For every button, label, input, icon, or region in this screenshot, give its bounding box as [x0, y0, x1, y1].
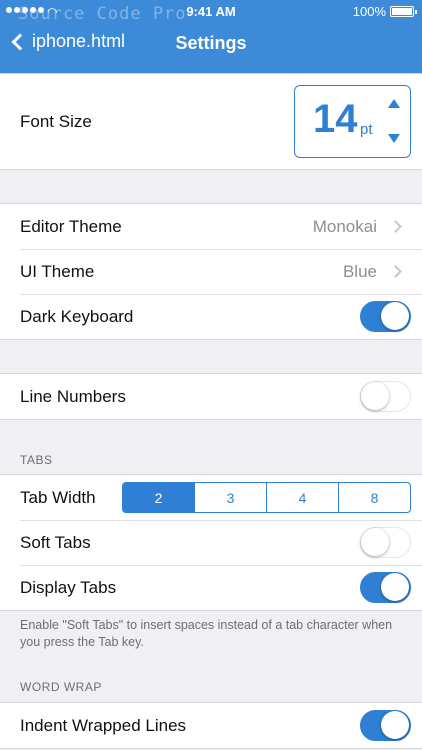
status-bar: Source Code Pro ◠ 9:41 AM 100% [0, 0, 422, 24]
word-wrap-group: Indent Wrapped Lines [0, 702, 422, 749]
font-size-stepper[interactable]: 14 pt [294, 85, 411, 158]
appearance-group: Editor Theme Monokai UI Theme Blue Dark … [0, 203, 422, 340]
indent-wrapped-row: Indent Wrapped Lines [0, 703, 422, 748]
display-tabs-toggle[interactable] [360, 572, 411, 603]
back-button-label: iphone.html [32, 31, 126, 51]
tab-width-row: Tab Width 2348 [0, 475, 422, 520]
tab-width-option-3[interactable]: 3 [194, 483, 266, 512]
line-numbers-group: Line Numbers [0, 373, 422, 420]
decrease-arrow-icon[interactable] [388, 134, 400, 143]
ui-theme-value: Blue [342, 261, 377, 281]
word-wrap-section-header: WORD WRAP [20, 680, 102, 694]
increase-arrow-icon[interactable] [388, 99, 400, 108]
tabs-footer-note: Enable "Soft Tabs" to insert spaces inst… [20, 618, 393, 649]
tabs-section-header: TABS [20, 453, 53, 467]
header-bar: Source Code Pro ◠ 9:41 AM 100% iphone.ht… [0, 0, 422, 73]
line-numbers-row: Line Numbers [0, 374, 422, 419]
dark-keyboard-toggle[interactable] [360, 301, 411, 332]
tab-width-segmented-control[interactable]: 2348 [122, 482, 411, 513]
tabs-group: Tab Width 2348 Soft Tabs Display Tabs [0, 474, 422, 611]
tab-width-option-4[interactable]: 4 [266, 483, 338, 512]
soft-tabs-row: Soft Tabs [0, 520, 422, 565]
ui-theme-label: UI Theme [20, 261, 95, 281]
chevron-right-icon [389, 220, 402, 233]
tab-width-option-2[interactable]: 2 [123, 483, 194, 512]
font-size-group: Font Size 14 pt [0, 73, 422, 170]
battery-percent: 100% [352, 4, 386, 19]
font-size-row: Font Size 14 pt [0, 74, 422, 169]
font-size-value: 14 [313, 97, 358, 141]
font-size-unit: pt [360, 121, 373, 138]
back-button[interactable]: iphone.html [10, 31, 125, 52]
battery-icon [390, 6, 417, 17]
ui-theme-row[interactable]: UI Theme Blue [0, 249, 422, 294]
editor-theme-row[interactable]: Editor Theme Monokai [0, 204, 422, 249]
editor-theme-value: Monokai [312, 216, 377, 236]
chevron-left-icon [11, 33, 29, 50]
editor-theme-label: Editor Theme [20, 216, 122, 236]
line-numbers-toggle[interactable] [360, 381, 411, 412]
display-tabs-row: Display Tabs [0, 565, 422, 610]
tab-width-option-8[interactable]: 8 [338, 483, 410, 512]
dark-keyboard-row: Dark Keyboard [0, 294, 422, 339]
navigation-bar: iphone.html Settings [0, 22, 422, 66]
chevron-right-icon [389, 265, 402, 278]
indent-wrapped-toggle[interactable] [360, 710, 411, 741]
soft-tabs-toggle[interactable] [360, 527, 411, 558]
